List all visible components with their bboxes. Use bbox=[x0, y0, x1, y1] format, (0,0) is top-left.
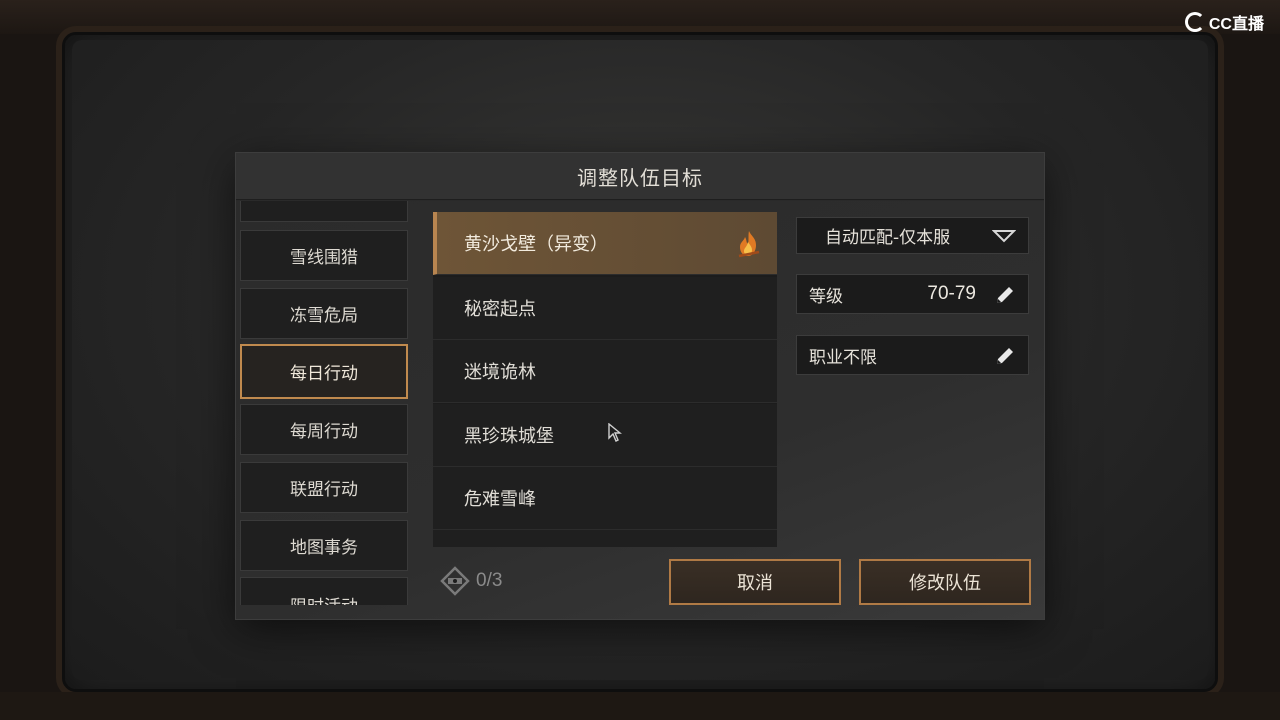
class-field[interactable]: 职业不限 bbox=[796, 335, 1029, 375]
category-item[interactable]: 每周行动 bbox=[240, 404, 408, 455]
dungeon-item[interactable]: 危难雪峰 bbox=[433, 467, 777, 530]
watermark-text: CC直播 bbox=[1208, 16, 1264, 33]
category-label: 每日行动 bbox=[290, 364, 358, 384]
category-label: 每周行动 bbox=[290, 422, 358, 442]
dungeon-label: 危难雪峰 bbox=[464, 489, 536, 510]
cc-logo-icon bbox=[1184, 12, 1205, 32]
category-label: 限时活动 bbox=[290, 592, 358, 605]
level-field[interactable]: 等级 70-79 bbox=[796, 274, 1029, 314]
background-top bbox=[0, 0, 1280, 34]
chevron-down-icon bbox=[992, 230, 1016, 243]
category-item[interactable]: 限时活动 bbox=[240, 577, 408, 605]
modify-team-label: 修改队伍 bbox=[909, 573, 981, 594]
fire-icon bbox=[738, 231, 760, 258]
level-value: 70-79 bbox=[927, 283, 976, 304]
match-mode-dropdown[interactable]: 自动匹配-仅本服 bbox=[796, 217, 1029, 254]
class-label: 职业不限 bbox=[809, 347, 877, 368]
category-label: 雪线围猎 bbox=[290, 248, 358, 268]
dungeon-label: 黑珍珠城堡 bbox=[464, 426, 554, 447]
pencil-icon[interactable] bbox=[994, 284, 1016, 306]
team-goal-dialog: 调整队伍目标 雪线围猎 冻雪危局 每日行动 每周行动 联盟行动 地图事务 黄沙戈… bbox=[236, 153, 1044, 619]
dialog-title: 调整队伍目标 bbox=[577, 165, 703, 190]
dungeon-item-partial[interactable] bbox=[433, 530, 777, 547]
dungeon-item[interactable]: 黑珍珠城堡 bbox=[433, 404, 777, 467]
dungeon-label: 黄沙戈壁（异变） bbox=[464, 234, 608, 255]
dungeon-item[interactable]: 秘密起点 bbox=[433, 277, 777, 340]
dungeon-list[interactable]: 黄沙戈壁（异变） 秘密起点 迷境诡林 黑珍珠城堡 危难雪峰 bbox=[433, 212, 777, 547]
category-item-active[interactable]: 每日行动 bbox=[240, 344, 408, 399]
dialog-header: 调整队伍目标 bbox=[236, 153, 1044, 200]
category-label: 联盟行动 bbox=[290, 480, 358, 500]
background-bottom bbox=[0, 692, 1280, 720]
category-item[interactable]: 联盟行动 bbox=[240, 462, 408, 513]
category-item[interactable]: 地图事务 bbox=[240, 520, 408, 571]
level-label: 等级 bbox=[809, 286, 843, 307]
match-mode-value: 自动匹配-仅本服 bbox=[825, 228, 951, 248]
cancel-label: 取消 bbox=[737, 573, 773, 594]
cancel-button[interactable]: 取消 bbox=[669, 559, 841, 605]
category-item-partial[interactable] bbox=[240, 201, 408, 222]
pencil-icon[interactable] bbox=[994, 345, 1016, 367]
stream-watermark: CC直播 bbox=[1184, 10, 1264, 34]
member-count: 0/3 bbox=[440, 566, 502, 596]
category-label: 地图事务 bbox=[290, 538, 358, 558]
category-list[interactable]: 雪线围猎 冻雪危局 每日行动 每周行动 联盟行动 地图事务 限时活动 bbox=[236, 201, 412, 605]
category-item[interactable]: 冻雪危局 bbox=[240, 288, 408, 339]
member-count-value: 0/3 bbox=[476, 570, 503, 591]
category-item[interactable]: 雪线围猎 bbox=[240, 230, 408, 281]
dungeon-label: 秘密起点 bbox=[464, 299, 536, 320]
dialog-body: 雪线围猎 冻雪危局 每日行动 每周行动 联盟行动 地图事务 限时活动 bbox=[236, 201, 1044, 619]
dungeon-label: 迷境诡林 bbox=[464, 362, 536, 383]
dungeon-item[interactable]: 迷境诡林 bbox=[433, 340, 777, 403]
category-label: 冻雪危局 bbox=[290, 306, 358, 326]
mouse-cursor-icon bbox=[608, 423, 622, 442]
modify-team-button[interactable]: 修改队伍 bbox=[859, 559, 1031, 605]
dungeon-item-selected[interactable]: 黄沙戈壁（异变） bbox=[433, 212, 777, 275]
team-icon bbox=[440, 566, 470, 596]
